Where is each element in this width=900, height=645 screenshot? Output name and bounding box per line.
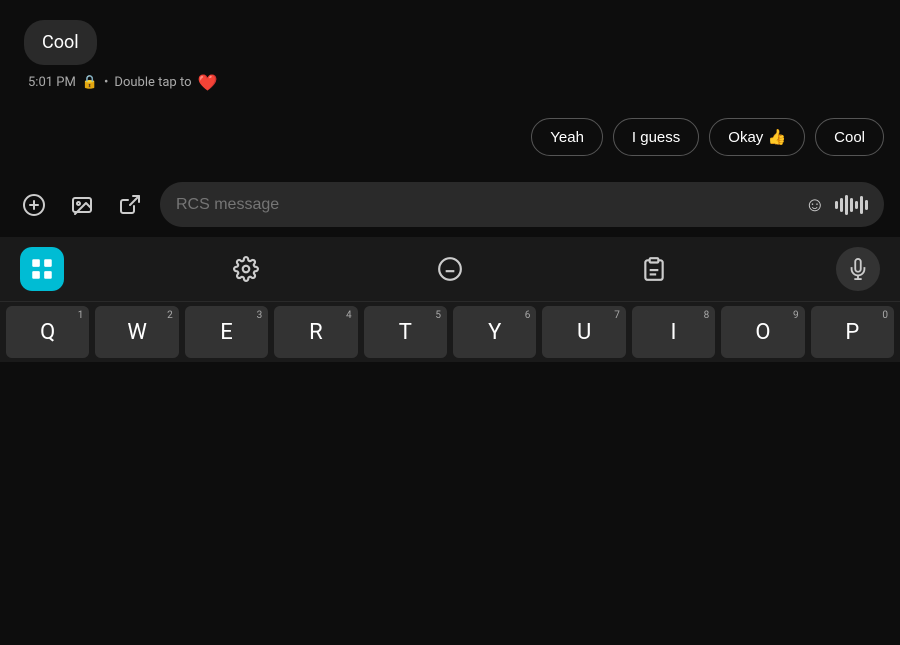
key-number-1: 1 xyxy=(78,310,84,321)
keyboard-row-qwerty: 1 Q 2 W 3 E 4 R 5 T 6 Y 7 U 8 I xyxy=(0,302,900,362)
emoji-toolbar-icon xyxy=(437,256,463,282)
reaction-prompt: Double tap to xyxy=(114,75,191,90)
message-meta: 5:01 PM 🔒 • Double tap to ❤️ xyxy=(24,73,876,92)
quick-replies: Yeah I guess Okay 👍 Cool xyxy=(0,118,900,172)
meta-separator: • xyxy=(104,75,108,90)
heart-emoji: ❤️ xyxy=(198,73,218,92)
input-right-icons: ☺ xyxy=(805,192,868,217)
mic-icon xyxy=(847,258,869,280)
key-number-3: 3 xyxy=(257,310,263,321)
key-number-7: 7 xyxy=(614,310,620,321)
apps-toolbar-button[interactable] xyxy=(20,247,64,291)
message-bubble: Cool xyxy=(24,20,97,65)
key-number-4: 4 xyxy=(346,310,352,321)
settings-icon xyxy=(233,256,259,282)
clipboard-toolbar-button[interactable] xyxy=(632,247,676,291)
key-number-6: 6 xyxy=(525,310,531,321)
quick-reply-iguess[interactable]: I guess xyxy=(613,118,699,156)
keyboard: 1 Q 2 W 3 E 4 R 5 T 6 Y 7 U 8 I xyxy=(0,302,900,362)
key-number-5: 5 xyxy=(435,310,441,321)
quick-reply-yeah[interactable]: Yeah xyxy=(531,118,603,156)
text-input-wrapper: ☺ xyxy=(160,182,884,227)
key-O[interactable]: 9 O xyxy=(721,306,804,358)
quick-reply-okay[interactable]: Okay 👍 xyxy=(709,118,805,156)
redo-button[interactable] xyxy=(112,187,148,223)
key-Q[interactable]: 1 Q xyxy=(6,306,89,358)
apps-grid-icon xyxy=(29,256,55,282)
message-area: Cool 5:01 PM 🔒 • Double tap to ❤️ xyxy=(0,0,900,118)
clipboard-icon xyxy=(641,256,667,282)
add-button[interactable] xyxy=(16,187,52,223)
media-button[interactable] xyxy=(64,187,100,223)
voice-waveform-icon[interactable] xyxy=(835,195,868,215)
key-U[interactable]: 7 U xyxy=(542,306,625,358)
emoji-input-icon[interactable]: ☺ xyxy=(805,192,825,217)
keyboard-toolbar xyxy=(0,237,900,302)
key-W[interactable]: 2 W xyxy=(95,306,178,358)
message-time: 5:01 PM xyxy=(28,75,76,90)
message-text: Cool xyxy=(42,32,79,53)
quick-reply-cool[interactable]: Cool xyxy=(815,118,884,156)
lock-icon: 🔒 xyxy=(82,75,98,90)
mic-toolbar-button[interactable] xyxy=(836,247,880,291)
key-R[interactable]: 4 R xyxy=(274,306,357,358)
media-icon xyxy=(70,193,94,217)
settings-toolbar-button[interactable] xyxy=(224,247,268,291)
key-number-0: 0 xyxy=(882,310,888,321)
key-number-8: 8 xyxy=(704,310,710,321)
emoji-toolbar-button[interactable] xyxy=(428,247,472,291)
key-P[interactable]: 0 P xyxy=(811,306,894,358)
key-number-2: 2 xyxy=(167,310,173,321)
message-input[interactable] xyxy=(176,196,797,214)
key-I[interactable]: 8 I xyxy=(632,306,715,358)
key-Y[interactable]: 6 Y xyxy=(453,306,536,358)
add-icon xyxy=(22,193,46,217)
key-number-9: 9 xyxy=(793,310,799,321)
input-area: ☺ xyxy=(0,172,900,237)
key-T[interactable]: 5 T xyxy=(364,306,447,358)
key-E[interactable]: 3 E xyxy=(185,306,268,358)
redo-icon xyxy=(118,193,142,217)
